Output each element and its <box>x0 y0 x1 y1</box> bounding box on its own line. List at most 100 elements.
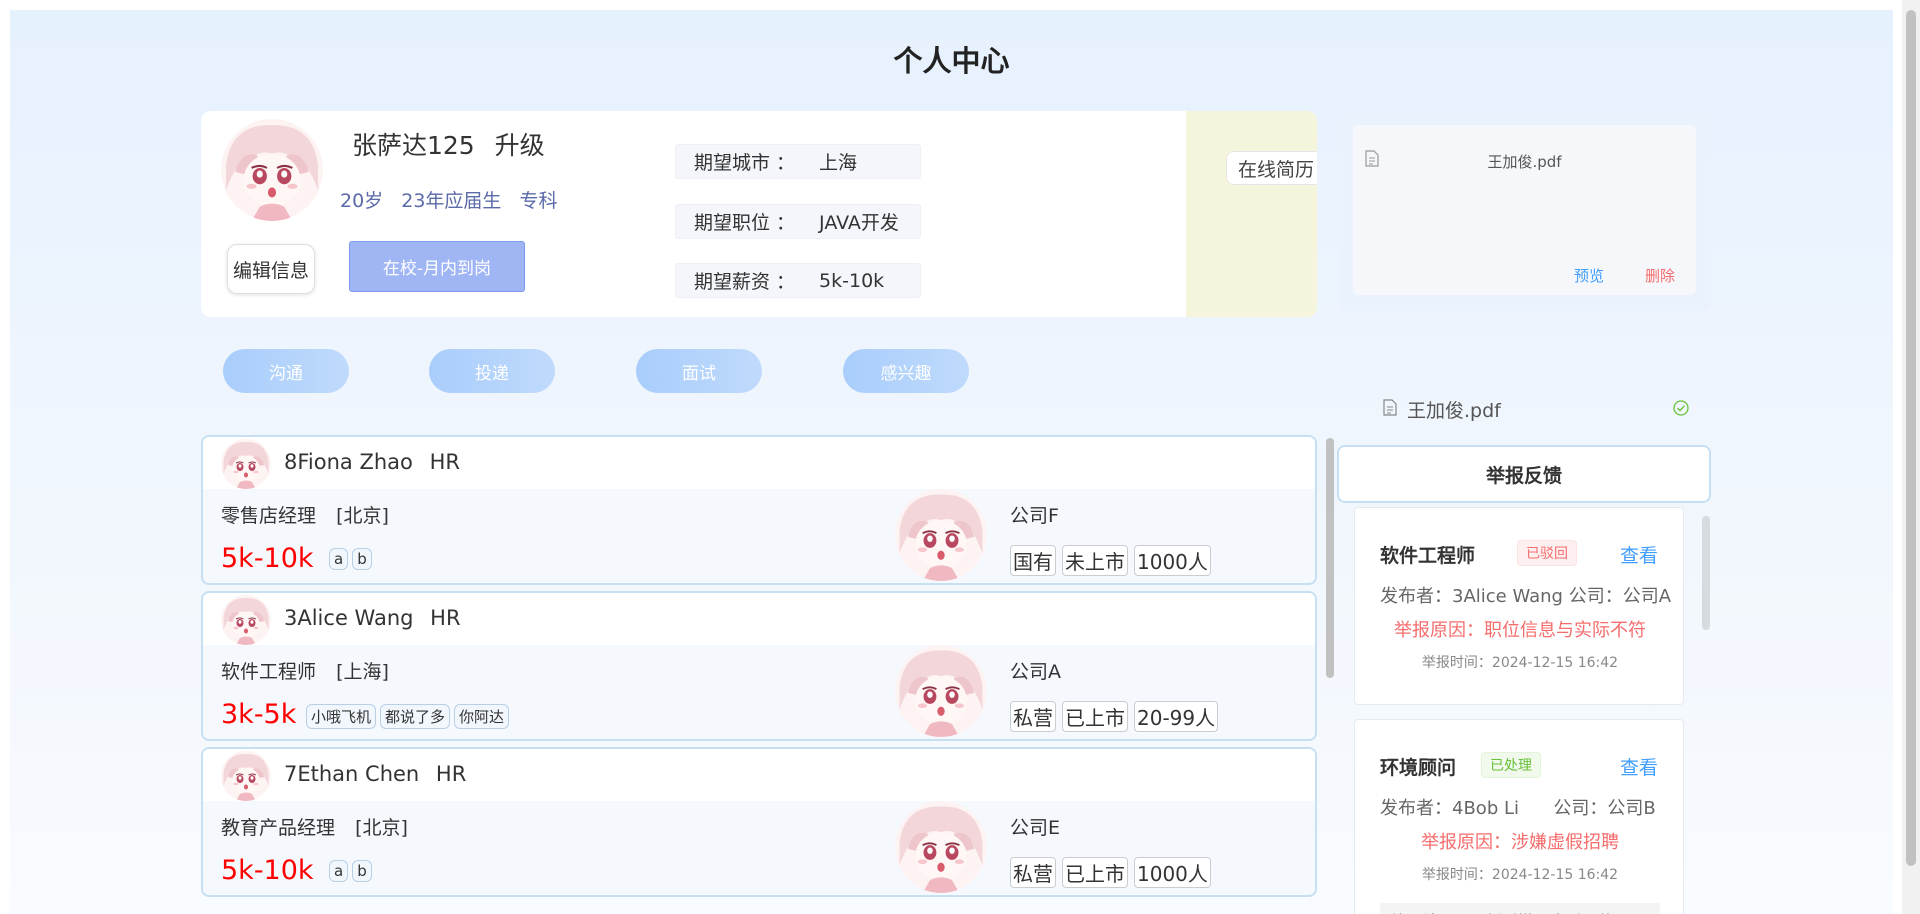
job-salary: 5k-10k <box>221 855 314 886</box>
hr-info: 3Alice Wang HR <box>284 606 461 630</box>
status-badge: 已驳回 <box>1517 540 1577 566</box>
job-tags: a b <box>329 860 372 882</box>
company-tags: 国有 未上市 1000人 <box>1010 545 1211 576</box>
report-time: 举报时间：2024-12-15 16:42 <box>1421 867 1619 883</box>
company-tag: 1000人 <box>1134 545 1211 576</box>
company-tag: 私营 <box>1010 857 1056 888</box>
profile-card: 张萨达125 升级 20岁 23年应届生 专科 编辑信息 在校-月内到岗 期望城… <box>201 111 1317 317</box>
hr-role: HR <box>429 450 460 474</box>
hr-name: 3Alice Wang <box>284 606 414 630</box>
expect-city-label: 期望城市 ： <box>694 152 796 174</box>
company-tag: 未上市 <box>1062 545 1128 576</box>
job-name: 零售店经理 <box>221 505 317 527</box>
resume-file-name: 王加俊.pdf <box>1487 153 1562 171</box>
view-link[interactable]: 查看 <box>1620 541 1658 568</box>
company-tag: 20-99人 <box>1134 701 1219 732</box>
profile-meta: 20岁 23年应届生 专科 <box>340 186 569 213</box>
job-tags: 小哦飞机 都说了多 你阿达 <box>306 704 510 729</box>
report-publisher: 发布者：4Bob Li 公司：公司B <box>1380 798 1656 819</box>
job-tag: b <box>352 548 372 570</box>
report-job-title: 环境顾问 <box>1380 757 1457 779</box>
job-name: 软件工程师 <box>221 661 317 683</box>
user-avatar[interactable] <box>221 119 323 221</box>
hr-avatar <box>221 595 271 645</box>
job-title: 零售店经理 [北京] <box>221 501 389 528</box>
expect-salary: 期望薪资 ： 5k-10k <box>675 263 921 298</box>
profile-name-line: 张萨达125 升级 <box>352 126 545 162</box>
page-background: 个人中心 张萨达125 升级 20岁 23年应届生 专科 编辑信息 在校-月内到… <box>10 10 1893 914</box>
uploaded-file-item[interactable]: 王加俊.pdf <box>1383 396 1693 422</box>
job-card[interactable]: 7Ethan Chen HR 教育产品经理 [北京] 5k-10k a b 公司… <box>201 747 1317 897</box>
company-name: 公司E <box>1010 817 1061 839</box>
hr-info: 8Fiona Zhao HR <box>284 450 460 474</box>
company-logo <box>895 801 987 893</box>
job-tag: 小哦飞机 <box>306 704 377 729</box>
job-name: 教育产品经理 <box>221 817 336 839</box>
expect-salary-label: 期望薪资 ： <box>694 271 796 293</box>
user-graduation: 23年应届生 <box>401 190 502 212</box>
uploaded-file-name: 王加俊.pdf <box>1407 400 1501 422</box>
company-tags: 私营 已上市 20-99人 <box>1010 701 1219 732</box>
expect-position: 期望职位 ： JAVA开发 <box>675 204 921 239</box>
company-logo <box>895 489 987 581</box>
tab-applied[interactable]: 投递 <box>429 349 555 393</box>
report-reason: 举报原因：涉嫌虚假招聘 <box>1421 832 1619 853</box>
job-card[interactable]: 3Alice Wang HR 软件工程师 [上海] 3k-5k 小哦飞机 都说了… <box>201 591 1317 741</box>
job-list-scrollbar[interactable] <box>1326 438 1334 678</box>
report-time: 举报时间：2024-12-15 16:42 <box>1421 655 1619 671</box>
job-tag: a <box>329 548 349 570</box>
tab-interested[interactable]: 感兴趣 <box>843 349 969 393</box>
user-age: 20岁 <box>340 190 384 212</box>
upgrade-link[interactable]: 升级 <box>495 131 545 160</box>
company-name: 公司A <box>1010 661 1061 683</box>
report-list-scrollbar[interactable] <box>1702 516 1710 630</box>
online-resume-button[interactable]: 在线简历 <box>1226 151 1317 185</box>
resume-file-card: 王加俊.pdf 预览 删除 <box>1353 125 1696 295</box>
expect-city-value: 上海 <box>819 152 858 174</box>
tab-interview[interactable]: 面试 <box>636 349 762 393</box>
user-degree: 专科 <box>519 190 558 212</box>
job-card-header: 3Alice Wang HR <box>203 593 1315 645</box>
job-tag: 你阿达 <box>454 704 510 729</box>
job-tag: a <box>329 860 349 882</box>
company-name: 公司F <box>1010 505 1059 527</box>
job-title: 教育产品经理 [北京] <box>221 813 408 840</box>
hr-avatar <box>221 751 271 801</box>
check-circle-icon <box>1673 400 1689 416</box>
hr-info: 7Ethan Chen HR <box>284 762 466 786</box>
job-city: [北京] <box>355 817 408 839</box>
page-title: 个人中心 <box>893 44 1010 78</box>
job-title: 软件工程师 [上海] <box>221 657 389 684</box>
job-salary: 5k-10k <box>221 543 314 574</box>
expect-salary-value: 5k-10k <box>819 269 885 292</box>
report-item: 环境顾问 已处理 查看 发布者：4Bob Li 公司：公司B 举报原因：涉嫌虚假… <box>1354 719 1684 914</box>
status-badge: 已处理 <box>1481 752 1541 778</box>
resume-file-panel: 王加俊.pdf 预览 删除 <box>1339 111 1711 311</box>
report-reason: 举报原因：职位信息与实际不符 <box>1394 620 1646 641</box>
job-city: [北京] <box>336 505 389 527</box>
job-card[interactable]: 8Fiona Zhao HR 零售店经理 [北京] 5k-10k a b 公司F… <box>201 435 1317 585</box>
job-status-button[interactable]: 在校-月内到岗 <box>349 241 525 292</box>
report-feedback-header: 举报反馈 <box>1337 445 1711 503</box>
hr-name: 7Ethan Chen <box>284 762 420 786</box>
company-tag: 国有 <box>1010 545 1056 576</box>
expect-position-label: 期望职位 ： <box>694 212 796 234</box>
tab-communicate[interactable]: 沟通 <box>223 349 349 393</box>
company-tag: 已上市 <box>1062 701 1128 732</box>
company-tag: 1000人 <box>1134 857 1211 888</box>
hr-role: HR <box>430 606 461 630</box>
preview-button[interactable]: 预览 <box>1574 265 1604 286</box>
page-scrollbar-thumb[interactable] <box>1906 10 1916 866</box>
document-icon <box>1383 399 1397 416</box>
delete-button[interactable]: 删除 <box>1645 265 1675 286</box>
job-salary: 3k-5k <box>221 699 297 730</box>
hr-role: HR <box>435 762 467 786</box>
view-link[interactable]: 查看 <box>1620 753 1658 780</box>
job-tag: b <box>352 860 372 882</box>
report-item: 软件工程师 已驳回 查看 发布者：3Alice Wang 公司：公司A 举报原因… <box>1354 507 1684 705</box>
company-tag: 私营 <box>1010 701 1056 732</box>
edit-info-button[interactable]: 编辑信息 <box>227 244 315 294</box>
expect-city: 期望城市 ： 上海 <box>675 144 921 179</box>
online-resume-panel: 在线简历 <box>1186 111 1317 317</box>
company-tags: 私营 已上市 1000人 <box>1010 857 1211 888</box>
